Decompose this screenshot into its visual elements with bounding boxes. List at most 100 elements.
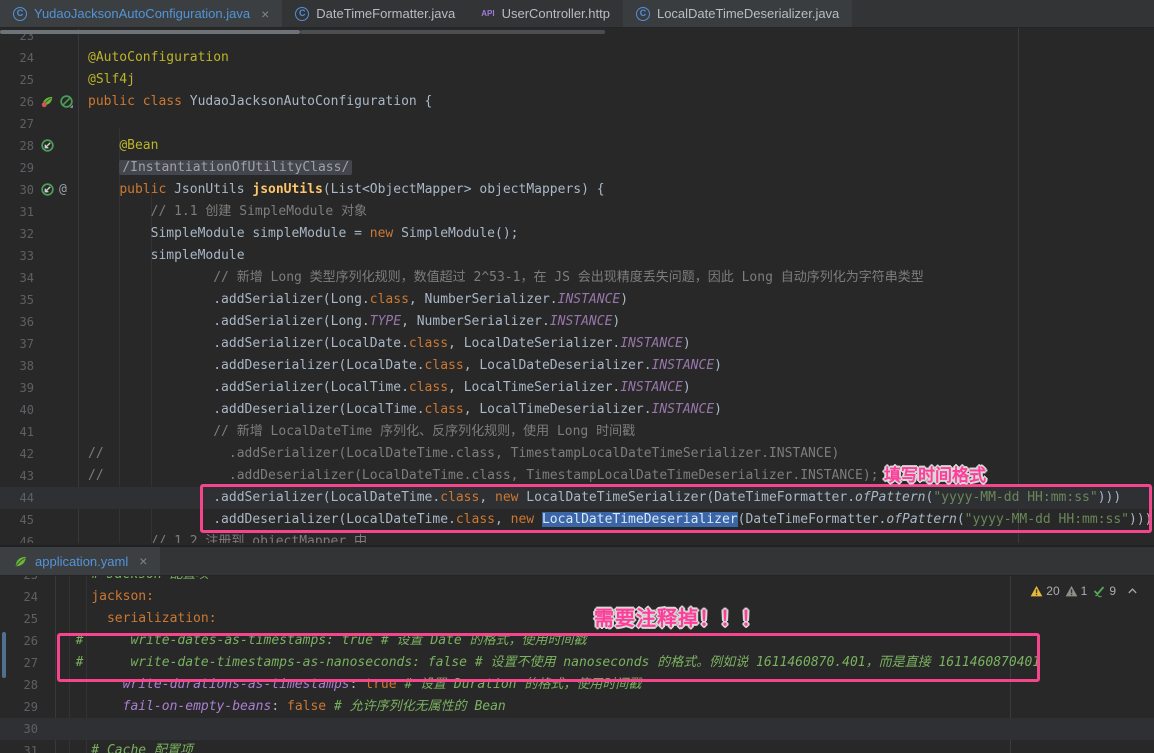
line-number: 44 <box>0 487 34 509</box>
warning-count: 20 <box>1046 584 1059 598</box>
code-text: .addSerializer(Long.class, NumberSeriali… <box>88 289 628 311</box>
code-text: # Jackson 配置项 <box>60 576 209 586</box>
code-line: 37 .addSerializer(LocalDate.class, Local… <box>0 333 1154 355</box>
java-editor[interactable]: 2324@AutoConfiguration25@Slf4j26public c… <box>0 28 1154 543</box>
top-tab-bar: CYudaoJacksonAutoConfiguration.java× C Dat… <box>0 0 1154 28</box>
line-number: 31 <box>0 201 34 223</box>
editor-tab[interactable]: CLocalDateTimeDeserializer.java <box>623 0 852 27</box>
passed-count: 9 <box>1109 584 1116 598</box>
code-line: 40 .addDeserializer(LocalTime.class, Loc… <box>0 399 1154 421</box>
weak-warnings-group[interactable]: 1 <box>1065 584 1088 598</box>
spring-bean-arrow-icon[interactable] <box>40 138 55 153</box>
code-text: .addDeserializer(LocalTime.class, LocalT… <box>88 399 722 421</box>
yaml-editor[interactable]: 23 # Jackson 配置项24 jackson:25 serializat… <box>0 576 1154 753</box>
code-line: 28 @Bean <box>0 135 1154 157</box>
tab-label: LocalDateTimeDeserializer.java <box>657 6 839 21</box>
code-text: // .addSerializer(LocalDateTime.class, T… <box>88 443 839 465</box>
line-number: 28 <box>0 674 38 696</box>
code-line: 26public class YudaoJacksonAutoConfigura… <box>0 91 1154 113</box>
line-number: 29 <box>0 157 34 179</box>
code-text: # Cache 配置项 <box>60 740 193 753</box>
code-text: @Bean <box>88 135 158 157</box>
code-text: jackson: <box>60 586 154 608</box>
code-line: 31 // 1.1 创建 SimpleModule 对象 <box>0 201 1154 223</box>
line-number: 25 <box>0 69 34 91</box>
code-text: .addDeserializer(LocalDateTime.class, ne… <box>88 509 1154 531</box>
inspection-widget[interactable]: 20 1 9 <box>1030 584 1138 598</box>
code-line: 29 fail-on-empty-beans: false # 允许序列化无属性… <box>0 696 1154 718</box>
code-line: 23 # Jackson 配置项 <box>0 576 1154 586</box>
code-text: # write-date-timestamps-as-nanoseconds: … <box>60 652 1040 674</box>
tab-label: DateTimeFormatter.java <box>316 6 455 21</box>
line-number: 30 <box>0 179 34 201</box>
line-number: 41 <box>0 421 34 443</box>
close-icon[interactable]: × <box>139 554 147 568</box>
close-icon[interactable]: × <box>261 7 269 21</box>
horizontal-scrollbar[interactable] <box>0 30 300 34</box>
code-line: 26 # write-dates-as-timestamps: true # 设… <box>0 630 1154 652</box>
chevron-up-icon[interactable] <box>1127 586 1138 596</box>
code-text: .addSerializer(LocalDateTime.class, new … <box>88 487 1121 509</box>
at-icon[interactable]: @ <box>59 182 67 197</box>
weak-warning-icon <box>1065 585 1078 598</box>
code-text: // .addDeserializer(LocalDateTime.class,… <box>88 465 879 487</box>
spring-leaf-icon <box>13 554 28 569</box>
code-line: 31 # Cache 配置项 <box>0 740 1154 753</box>
api-icon: API <box>481 9 494 18</box>
line-number: 39 <box>0 377 34 399</box>
line-number: 27 <box>0 113 34 135</box>
check-icon <box>1092 584 1106 598</box>
line-number: 23 <box>0 576 38 586</box>
ide-window: CYudaoJacksonAutoConfiguration.java× C Dat… <box>0 0 1154 753</box>
code-line: 35 .addSerializer(Long.class, NumberSeri… <box>0 289 1154 311</box>
gutter-icons <box>40 94 74 109</box>
code-line: 36 .addSerializer(Long.TYPE, NumberSeria… <box>0 311 1154 333</box>
line-number: 30 <box>0 718 38 740</box>
editor-tab[interactable]: C DateTimeFormatter.java <box>282 0 468 27</box>
line-number: 38 <box>0 355 34 377</box>
line-number: 24 <box>0 586 38 608</box>
line-number: 28 <box>0 135 34 157</box>
code-text: serialization: <box>60 608 217 630</box>
spring-bean-icon[interactable] <box>59 94 74 109</box>
code-line: 41 // 新增 LocalDateTime 序列化、反序列化规则，使用 Lon… <box>0 421 1154 443</box>
line-number: 33 <box>0 245 34 267</box>
annotation-note-java: 填写时间格式 <box>884 461 986 486</box>
code-text: .addSerializer(Long.TYPE, NumberSerializ… <box>88 311 620 333</box>
code-text: @Slf4j <box>88 69 135 91</box>
line-number: 36 <box>0 311 34 333</box>
code-text: public JsonUtils jsonUtils(List<ObjectMa… <box>88 179 605 201</box>
line-number: 35 <box>0 289 34 311</box>
warnings-group[interactable]: 20 <box>1030 584 1059 598</box>
spring-bean-arrow-icon[interactable] <box>40 182 55 197</box>
code-text: # write-dates-as-timestamps: true # 设置 D… <box>60 630 587 652</box>
line-number: 40 <box>0 399 34 421</box>
code-text: .addSerializer(LocalDate.class, LocalDat… <box>88 333 691 355</box>
code-line: 27 <box>0 113 1154 135</box>
line-number: 27 <box>0 652 38 674</box>
warning-icon <box>1030 585 1043 598</box>
code-line: 38 .addDeserializer(LocalDate.class, Loc… <box>0 355 1154 377</box>
editor-tab[interactable]: CYudaoJacksonAutoConfiguration.java× <box>0 0 282 27</box>
java-class-icon: C <box>295 7 309 21</box>
code-text: simpleModule <box>88 245 245 267</box>
code-text: // 新增 Long 类型序列化规则，数值超过 2^53-1，在 JS 会出现精… <box>88 267 924 289</box>
code-line: 24 jackson: <box>0 586 1154 608</box>
code-line: 45 .addDeserializer(LocalDateTime.class,… <box>0 509 1154 531</box>
code-text: .addDeserializer(LocalDate.class, LocalD… <box>88 355 722 377</box>
line-number: 37 <box>0 333 34 355</box>
line-number: 32 <box>0 223 34 245</box>
spring-leaf-star-icon[interactable] <box>40 94 55 109</box>
horizontal-scrollbar-track[interactable] <box>300 30 605 34</box>
editor-tab[interactable]: APIUserController.http <box>468 0 623 27</box>
code-line: 44 .addSerializer(LocalDateTime.class, n… <box>0 487 1154 509</box>
annotation-note-yaml: 需要注释掉！！！ <box>594 602 762 631</box>
editor-tab[interactable]: application.yaml× <box>0 547 160 575</box>
weak-warning-count: 1 <box>1081 584 1088 598</box>
passed-group[interactable]: 9 <box>1092 584 1116 598</box>
code-line: 29 /InstantiationOfUtilityClass/ <box>0 157 1154 179</box>
code-line: 27 # write-date-timestamps-as-nanosecond… <box>0 652 1154 674</box>
code-text: SimpleModule simpleModule = new SimpleMo… <box>88 223 518 245</box>
code-line: 32 SimpleModule simpleModule = new Simpl… <box>0 223 1154 245</box>
code-line: 24@AutoConfiguration <box>0 47 1154 69</box>
